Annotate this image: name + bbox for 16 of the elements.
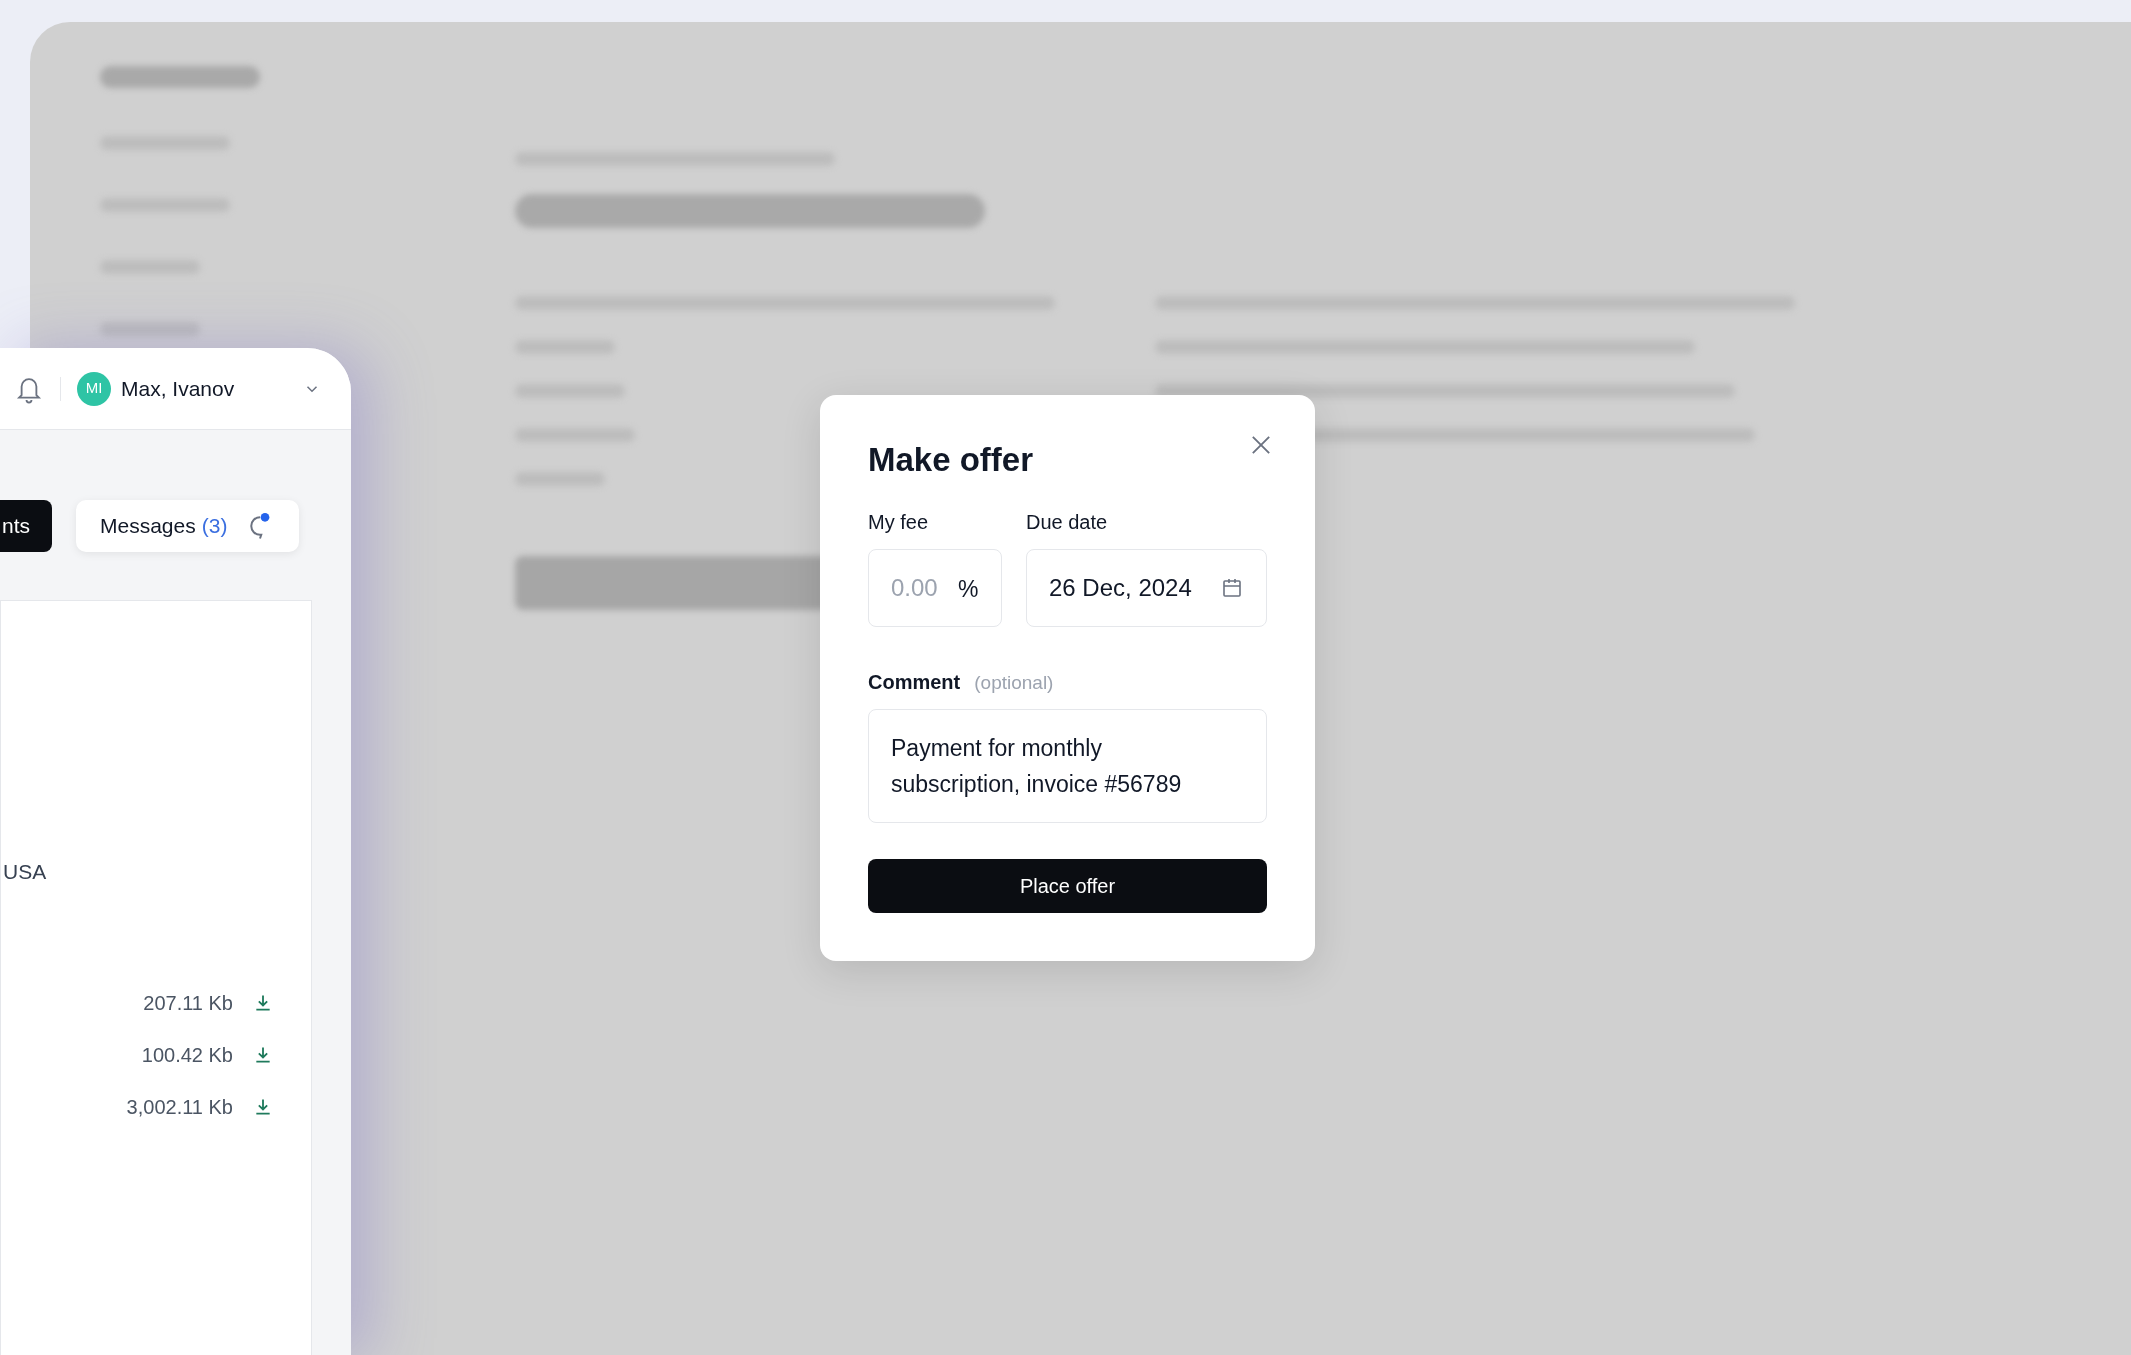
tab[interactable]: nts xyxy=(0,500,52,552)
place-offer-button[interactable]: Place offer xyxy=(868,859,1267,913)
optional-hint: (optional) xyxy=(974,670,1054,695)
user-name[interactable]: Max, Ivanov xyxy=(121,372,235,405)
percent-suffix: % xyxy=(958,574,979,604)
comment-field[interactable]: Payment for monthly subscription, invoice #56789 xyxy=(868,709,1267,823)
due-date-label: Due date xyxy=(1026,509,1109,535)
file-size: 3,002.11 Kb xyxy=(126,1094,233,1120)
comment-label: Comment xyxy=(868,669,961,695)
modal-title: Make offer xyxy=(868,440,1034,480)
file-size: 207.11 Kb xyxy=(143,990,233,1016)
file-size: 100.42 Kb xyxy=(141,1042,233,1068)
fee-label: My fee xyxy=(868,509,930,535)
date-field[interactable]: 26 Dec, 2024 xyxy=(1026,548,1267,627)
address-text: USA xyxy=(2,859,48,885)
tab[interactable]: Messages (3) xyxy=(76,500,300,552)
